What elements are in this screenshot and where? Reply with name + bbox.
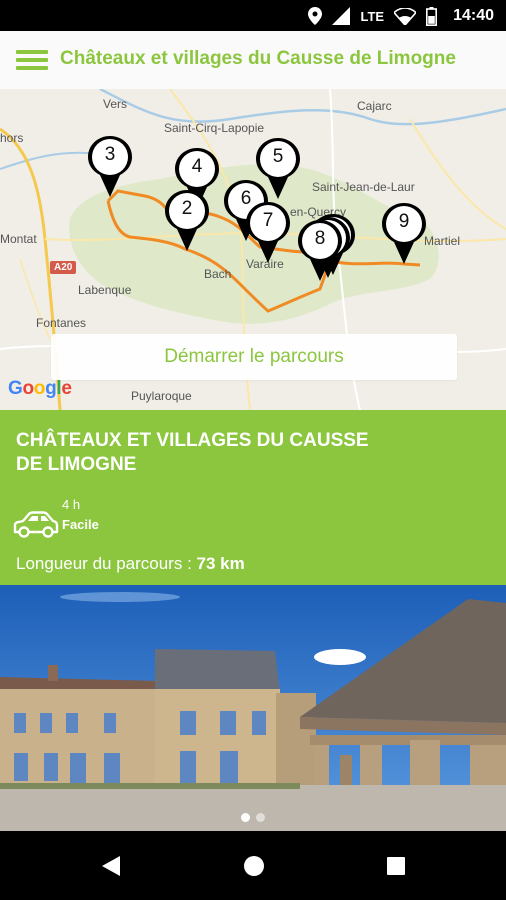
photo-image [0,585,506,831]
map-label: Fontanes [36,316,87,330]
gallery-pagination [0,813,506,822]
map-label: hors [0,131,24,145]
clock: 14:40 [453,7,494,24]
map-label: Bach [204,267,232,281]
start-route-button[interactable]: Démarrer le parcours [51,334,457,380]
location-icon [308,7,323,25]
waypoint-number: 7 [262,210,274,231]
route-title-line: DE LIMOGNE [16,454,137,475]
route-title-line: CHÂTEAUX ET VILLAGES DU CAUSSE [16,430,369,451]
network-type: LTE [360,8,385,24]
waypoint-number: 4 [191,156,203,177]
car-icon [13,511,59,538]
village-market-hall-photo[interactable] [0,585,506,831]
route-difficulty: Facile [62,517,99,532]
waypoint-pin[interactable]: 8 [297,219,343,283]
app-bar: Châteaux et villages du Causse de Limogn… [0,31,506,89]
map-label: Montat [0,232,37,246]
map-label: Saint-Cirq-Lapopie [164,121,265,135]
map-label: Vers [103,97,128,111]
recents-icon[interactable] [386,856,406,876]
waypoint-number: 3 [104,144,116,165]
map-label: Labenque [78,283,132,297]
route-length: Longueur du parcours : 73 km [16,554,245,574]
waypoint-pin[interactable]: 3 [87,135,133,199]
hamburger-menu-icon[interactable] [16,46,49,74]
route-duration: 4 h [62,497,81,512]
waypoint-number: 2 [181,198,193,219]
waypoint-pin[interactable]: 9 [381,202,427,266]
page-title: Châteaux et villages du Causse de Limogn… [60,48,456,69]
home-icon[interactable] [243,855,265,877]
map-label: Martiel [424,234,461,248]
route-info-panel: CHÂTEAUX ET VILLAGES DU CAUSSE DE LIMOGN… [0,410,506,585]
google-logo: Google [8,378,72,399]
waypoint-pin[interactable]: 7 [245,201,291,265]
signal-icon [332,7,351,25]
route-map[interactable]: Vers Cajarc Saint-Cirq-Lapopie Saint-Jea… [0,89,506,410]
back-icon[interactable] [101,855,121,877]
map-label: Cajarc [357,99,392,113]
map-label: Saint-Jean-de-Laur [312,180,415,194]
map-label: Puylaroque [131,389,192,403]
status-icons: LTE 14:40 [308,5,494,27]
battery-icon [426,6,438,26]
waypoint-number: 8 [314,228,326,249]
page-dot[interactable] [256,813,265,822]
waypoint-pin[interactable]: 2 [164,189,210,253]
route-length-value: 73 km [196,554,245,573]
status-bar: LTE 14:40 [0,0,506,31]
waypoint-number: 5 [272,146,284,167]
system-nav-bar [0,831,506,900]
page-dot-active[interactable] [241,813,250,822]
route-length-label: Longueur du parcours : [16,554,192,573]
wifi-icon [394,7,417,25]
waypoint-number: 9 [398,211,410,232]
road-shield: A20 [50,261,77,274]
route-title: CHÂTEAUX ET VILLAGES DU CAUSSE DE LIMOGN… [16,429,416,477]
